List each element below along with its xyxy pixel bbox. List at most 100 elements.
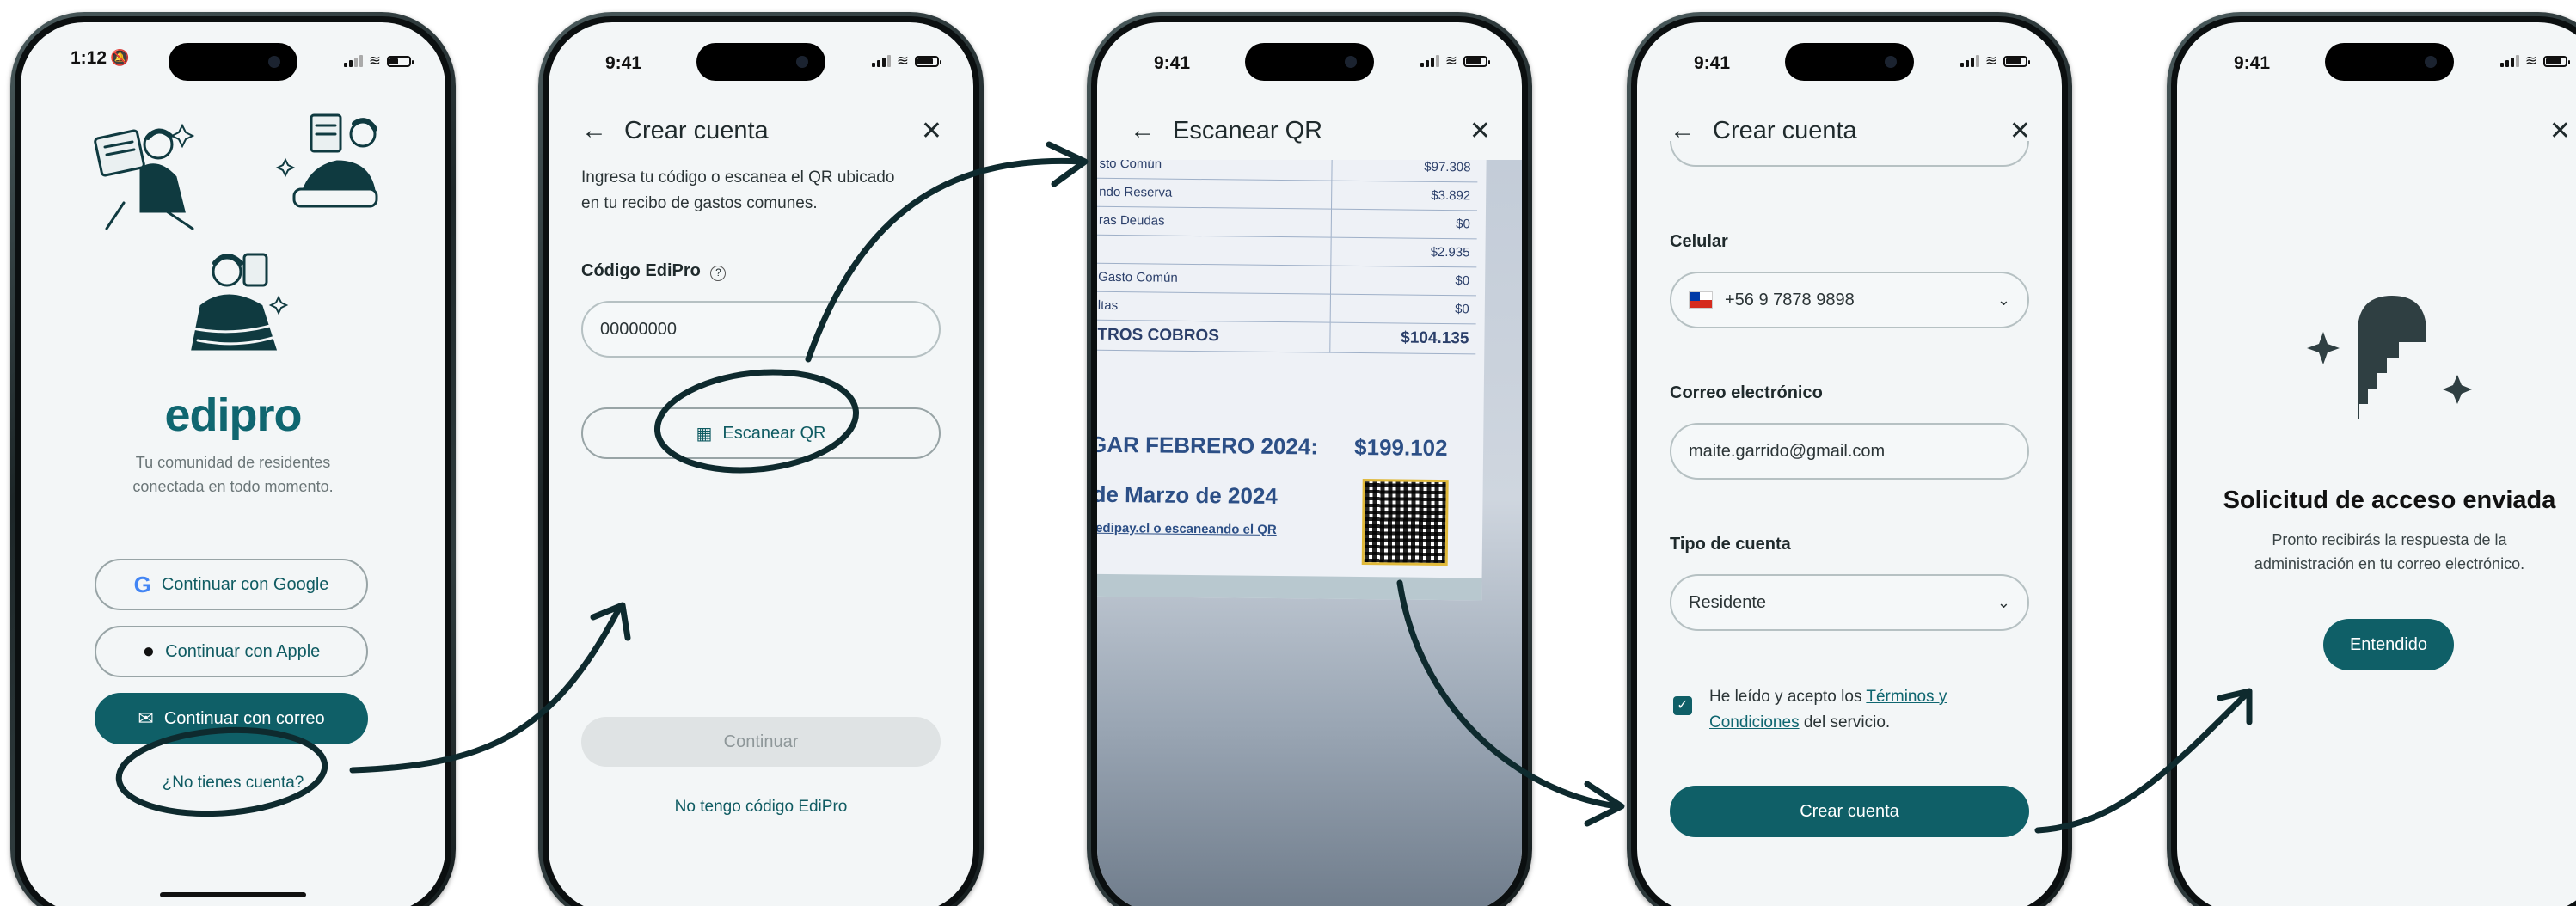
battery-icon: [2003, 55, 2030, 67]
request-sent-screen: 9:41 ≋ ✕ Solicitud de acceso enviada Pro…: [2177, 22, 2576, 906]
apple-login-button[interactable]: ● Continuar con Apple: [95, 626, 368, 677]
receipt-row: ltas $0: [1097, 291, 1476, 324]
scrolled-field-edge: [1670, 141, 2029, 167]
create-account-form-screen: 9:41 ≋ ← Crear cuenta ✕ Celular +56 9 78…: [1637, 22, 2062, 906]
signal-icon: [2499, 55, 2519, 67]
receipt-total-label: TROS COBROS: [1097, 319, 1330, 352]
receipt-row-value: $2.935: [1330, 236, 1477, 267]
dynamic-island: [2325, 43, 2454, 81]
account-type-select[interactable]: Residente ⌄: [1670, 574, 2029, 631]
phone-value: +56 9 7878 9898: [1725, 290, 1855, 309]
phone-request-sent: 9:41 ≋ ✕ Solicitud de acceso enviada Pro…: [2167, 12, 2576, 906]
receipt-row-label: ndo Reserva: [1097, 177, 1332, 209]
success-heading: Solicitud de acceso enviada: [2223, 487, 2556, 514]
amount-due-value: $199.102: [1353, 433, 1448, 462]
account-type-label: Tipo de cuenta: [1670, 535, 1791, 554]
status-icons: ≋: [1960, 52, 2030, 69]
close-icon[interactable]: ✕: [921, 116, 942, 146]
continue-label: Continuar: [723, 732, 799, 751]
wifi-icon: ≋: [2524, 52, 2537, 69]
phone-login: 1:12 🔕 ≋ edipro Tu comunidad de resident…: [10, 12, 456, 906]
receipt-row: $2.935: [1097, 234, 1477, 267]
bell-muted-icon: 🔕: [110, 49, 130, 66]
phone-input[interactable]: +56 9 7878 9898 ⌄: [1670, 272, 2029, 328]
receipt-row-label: ltas: [1097, 291, 1330, 322]
screen-header: ✕: [2210, 112, 2571, 150]
receipt-table: sto Común $97.308 ndo Reserva $3.892 ras Deu…: [1097, 160, 1478, 354]
receipt-qr-code: [1361, 479, 1449, 566]
close-icon[interactable]: ✕: [1469, 116, 1491, 146]
status-icons: ≋: [871, 53, 941, 68]
chevron-down-icon: ⌄: [1996, 593, 2010, 611]
terms-post: del servicio.: [1799, 713, 1891, 732]
continue-button[interactable]: Continuar: [581, 717, 941, 767]
flow-canvas: 1:12 🔕 ≋ edipro Tu comunidad de resident…: [0, 0, 2576, 906]
account-type-value: Residente: [1689, 592, 1767, 612]
apple-icon: ●: [142, 640, 156, 663]
dynamic-island: [1245, 43, 1374, 81]
battery-icon: [1463, 55, 1490, 67]
receipt-row-value: $0: [1329, 293, 1476, 324]
receipt-row: ras Deudas $0: [1097, 205, 1478, 239]
create-account-code-screen: 9:41 ≋ ← Crear cuenta ✕ Ingresa tu códig…: [549, 22, 973, 906]
receipt-row-label: ras Deudas: [1097, 205, 1332, 237]
status-bar: 9:41 ≋: [1637, 22, 2062, 91]
email-login-button[interactable]: ✉ Continuar con correo: [95, 693, 368, 744]
pay-link: edipay.cl o escaneando el QR: [1097, 520, 1277, 537]
status-bar: 9:41 ≋: [1097, 22, 1522, 91]
close-icon[interactable]: ✕: [2549, 116, 2571, 146]
phone-scan-qr: 9:41 ≋ ← Escanear QR ✕ sto Común $97.308 n…: [1087, 12, 1532, 906]
screen-header: ← Escanear QR ✕: [1130, 112, 1491, 150]
help-icon[interactable]: ?: [710, 266, 727, 281]
receipt-row-value: $0: [1330, 208, 1478, 239]
status-icons: ≋: [2499, 52, 2570, 69]
status-bar: 9:41 ≋: [2177, 22, 2576, 91]
google-icon: G: [133, 571, 151, 597]
receipt-total-value: $104.135: [1329, 321, 1476, 354]
google-login-label: Continuar con Google: [161, 574, 329, 594]
terms-link-1[interactable]: Términos y: [1866, 688, 1947, 706]
email-input[interactable]: maite.garrido@gmail.com: [1670, 423, 2029, 480]
camera-viewfinder[interactable]: sto Común $97.308 ndo Reserva $3.892 ras Deu…: [1097, 160, 1522, 906]
wifi-icon: ≋: [1984, 52, 1997, 69]
receipt-row-value: $97.308: [1331, 160, 1478, 182]
status-time: 9:41: [605, 53, 642, 73]
understood-button[interactable]: Entendido: [2323, 619, 2454, 670]
no-code-link[interactable]: No tengo código EdiPro: [549, 798, 973, 817]
scan-qr-button[interactable]: ▦ Escanear QR: [581, 407, 941, 459]
success-body-line-1: Pronto recibirás la respuesta de la: [2272, 531, 2507, 548]
screen-title: Escanear QR: [1173, 116, 1323, 144]
login-screen: 1:12 🔕 ≋ edipro Tu comunidad de resident…: [21, 22, 445, 906]
receipt-band: [1097, 573, 1482, 601]
back-arrow-icon[interactable]: ←: [1130, 116, 1156, 145]
create-account-button[interactable]: Crear cuenta: [1670, 786, 2029, 837]
terms-link-2[interactable]: Condiciones: [1709, 713, 1800, 732]
due-date: de Marzo de 2024: [1097, 481, 1278, 510]
status-bar: 1:12 🔕 ≋: [21, 22, 445, 91]
google-login-button[interactable]: G Continuar con Google: [95, 559, 368, 610]
receipt-row-label: [1097, 234, 1331, 266]
scan-qr-screen: 9:41 ≋ ← Escanear QR ✕ sto Común $97.308 n…: [1097, 22, 1522, 906]
no-account-link[interactable]: ¿No tienes cuenta?: [21, 774, 445, 793]
receipt-paper: sto Común $97.308 ndo Reserva $3.892 ras Deu…: [1097, 160, 1487, 601]
terms-checkbox[interactable]: ✓: [1673, 696, 1692, 715]
email-label: Correo electrónico: [1670, 383, 1823, 402]
wifi-icon: ≋: [1444, 52, 1457, 69]
mail-icon: ✉: [138, 707, 154, 729]
code-input[interactable]: 00000000: [581, 301, 941, 358]
success-body-line-2: administración en tu correo electrónico.: [2254, 555, 2525, 572]
battery-icon: [2543, 55, 2570, 67]
email-value: maite.garrido@gmail.com: [1689, 441, 1886, 461]
screen-title: Crear cuenta: [624, 116, 769, 144]
receipt-row-label: sto Común: [1097, 160, 1332, 181]
wifi-icon: ≋: [368, 52, 381, 69]
terms-pre: He leído y acepto los: [1709, 688, 1867, 706]
email-login-label: Continuar con correo: [163, 708, 325, 728]
intro-line-1: Ingresa tu código o escanea el QR ubicad…: [581, 168, 895, 187]
dynamic-island: [1785, 43, 1914, 81]
apple-login-label: Continuar con Apple: [165, 641, 321, 661]
signal-icon: [343, 55, 363, 67]
tagline-line-2: conectada en todo momento.: [132, 478, 334, 495]
back-arrow-icon[interactable]: ←: [581, 116, 607, 145]
brand-logo: edipro: [164, 389, 302, 441]
